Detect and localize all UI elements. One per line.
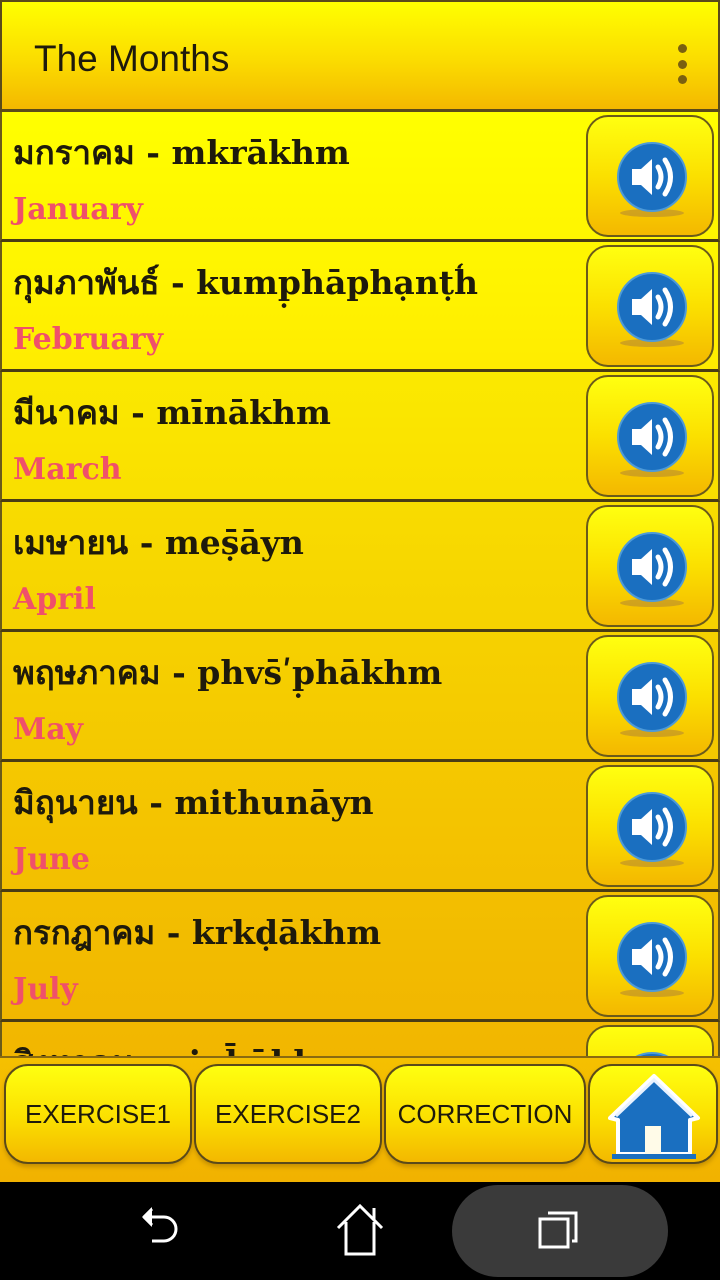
play-sound-button[interactable] — [586, 245, 714, 367]
system-home-button[interactable] — [310, 1182, 410, 1280]
speaker-icon — [617, 142, 687, 217]
thai-word: เมษายน - meṣ̄āyn — [13, 523, 304, 562]
speaker-icon — [617, 662, 687, 737]
app-bar: The Months — [0, 0, 720, 112]
list-item-june[interactable]: มิถุนายน - mithunāyn June — [0, 762, 720, 892]
list-item-august[interactable]: สิงหาคม - siṇh̄ākhm August — [0, 1022, 720, 1056]
english-word: February — [13, 322, 164, 357]
thai-word: พฤษภาคม - phvs̄ʹp̣hākhm — [13, 653, 443, 692]
exercise1-button[interactable]: EXERCISE1 — [4, 1064, 192, 1164]
home-outline-icon — [336, 1203, 384, 1256]
list-item-may[interactable]: พฤษภาคม - phvs̄ʹp̣hākhm May — [0, 632, 720, 762]
speaker-icon — [617, 532, 687, 607]
play-sound-button[interactable] — [586, 375, 714, 497]
speaker-icon — [617, 922, 687, 997]
months-list[interactable]: มกราคม - mkrākhm January กุมภาพันธ์ - ku… — [0, 112, 720, 1056]
app-screen: The Months มกราคม - mkrākhm January กุมภ… — [0, 0, 720, 1182]
play-sound-button[interactable] — [586, 635, 714, 757]
thai-word: มกราคม - mkrākhm — [13, 133, 350, 172]
system-recents-button[interactable] — [452, 1185, 668, 1277]
list-item-july[interactable]: กรกฎาคม - krkḍākhm July — [0, 892, 720, 1022]
english-word: January — [13, 192, 143, 227]
play-sound-button[interactable] — [586, 1025, 714, 1056]
english-word: March — [13, 452, 122, 487]
english-word: June — [13, 842, 90, 877]
more-vert-icon — [677, 44, 687, 53]
more-options-button[interactable] — [672, 44, 692, 84]
play-sound-button[interactable] — [586, 115, 714, 237]
list-item-april[interactable]: เมษายน - meṣ̄āyn April — [0, 502, 720, 632]
exercise2-button[interactable]: EXERCISE2 — [194, 1064, 382, 1164]
thai-word: กุมภาพันธ์ - kump̣hāphạnṭh̒ — [13, 263, 479, 302]
more-vert-icon-dot — [677, 75, 687, 84]
speaker-icon — [617, 272, 687, 347]
system-navigation-bar — [0, 1182, 720, 1280]
home-icon — [608, 1074, 700, 1159]
speaker-icon — [617, 792, 687, 867]
play-sound-button[interactable] — [586, 895, 714, 1017]
play-sound-button[interactable] — [586, 765, 714, 887]
list-item-february[interactable]: กุมภาพันธ์ - kump̣hāphạnṭh̒ February — [0, 242, 720, 372]
play-sound-button[interactable] — [586, 505, 714, 627]
home-button[interactable] — [588, 1064, 718, 1164]
more-vert-icon-dot — [677, 59, 687, 69]
thai-word: สิงหาคม - siṇh̄ākhm — [13, 1036, 352, 1056]
thai-word: กรกฎาคม - krkḍākhm — [13, 913, 382, 952]
bottom-action-bar: EXERCISE1 EXERCISE2 CORRECTION — [0, 1056, 720, 1182]
system-back-button[interactable] — [110, 1182, 210, 1280]
page-title: The Months — [34, 38, 230, 79]
list-item-january[interactable]: มกราคม - mkrākhm January — [0, 112, 720, 242]
correction-button[interactable]: CORRECTION — [384, 1064, 586, 1164]
speaker-icon — [635, 1052, 669, 1056]
recent-apps-icon — [538, 1211, 578, 1249]
english-word: May — [13, 712, 84, 747]
thai-word: มีนาคม - mīnākhm — [13, 393, 331, 432]
english-word: April — [13, 582, 96, 617]
list-item-march[interactable]: มีนาคม - mīnākhm March — [0, 372, 720, 502]
english-word: July — [13, 972, 78, 1007]
thai-word: มิถุนายน - mithunāyn — [13, 783, 374, 822]
speaker-icon — [617, 402, 687, 477]
back-icon — [142, 1207, 178, 1243]
